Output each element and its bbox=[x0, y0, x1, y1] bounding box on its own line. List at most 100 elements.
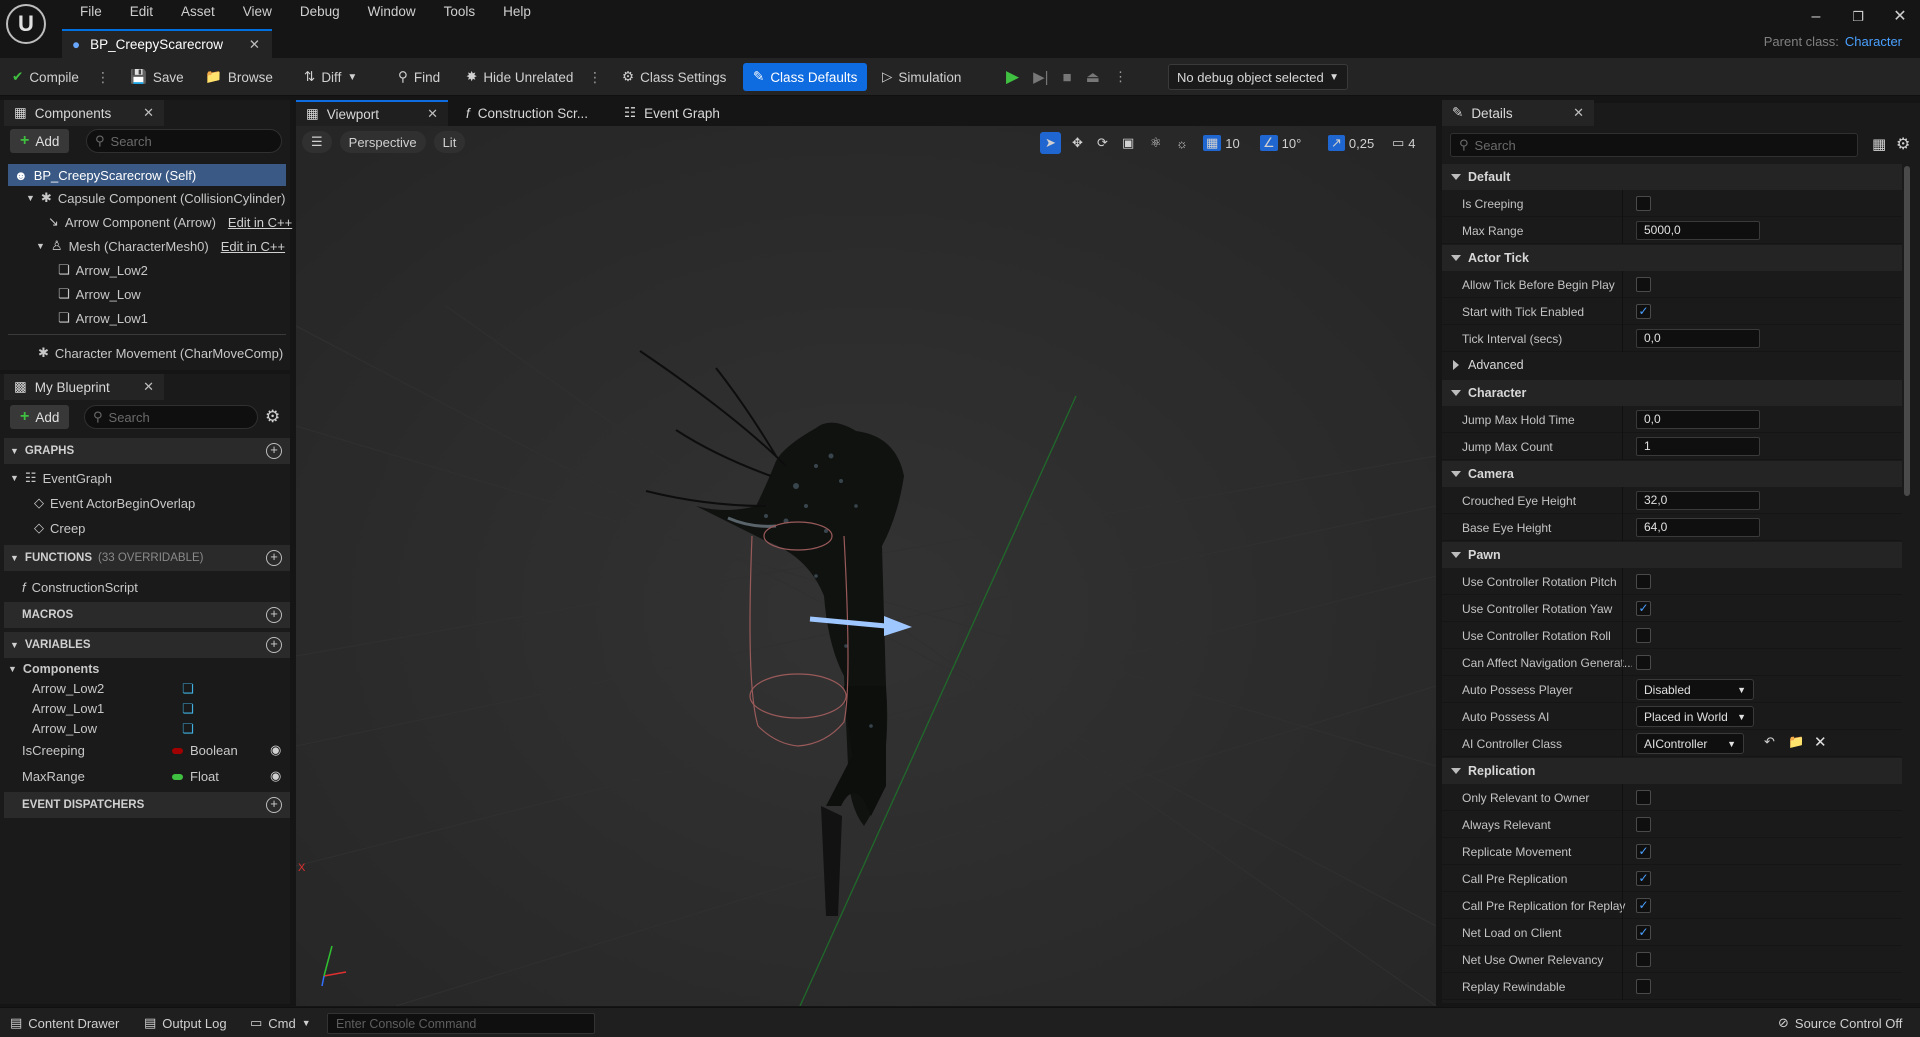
menu-asset[interactable]: Asset bbox=[167, 3, 229, 21]
component-arrow-low2[interactable]: ❏ Arrow_Low2 bbox=[58, 259, 148, 281]
splitter[interactable] bbox=[1622, 676, 1623, 703]
stop-icon[interactable]: ■ bbox=[1063, 69, 1072, 86]
restore-icon[interactable]: ❐ bbox=[1838, 4, 1878, 30]
jump-hold-field[interactable]: 0,0 bbox=[1636, 410, 1760, 429]
viewport-menu-icon[interactable]: ☰ bbox=[302, 131, 332, 153]
call-pre-rep-replay-checkbox[interactable]: ✓ bbox=[1636, 898, 1651, 913]
details-search-input[interactable]: ⚲ Search bbox=[1450, 133, 1858, 157]
splitter[interactable] bbox=[1622, 649, 1623, 676]
component-arrow-low1[interactable]: ❏ Arrow_Low1 bbox=[58, 307, 148, 329]
menu-file[interactable]: File bbox=[66, 3, 116, 21]
var-arrow-low2[interactable]: Arrow_Low2 bbox=[32, 677, 104, 699]
splitter[interactable] bbox=[1622, 811, 1623, 838]
component-arrow-low[interactable]: ❏ Arrow_Low bbox=[58, 283, 141, 305]
event-overlap-item[interactable]: ◇ Event ActorBeginOverlap bbox=[34, 492, 195, 514]
components-add-button[interactable]: + Add bbox=[10, 129, 70, 153]
splitter[interactable] bbox=[1622, 892, 1623, 919]
splitter[interactable] bbox=[1622, 298, 1623, 325]
edit-in-cpp-link[interactable]: Edit in C++ bbox=[228, 215, 292, 230]
section-camera[interactable]: Camera bbox=[1442, 461, 1902, 487]
event-graph-tab[interactable]: ☷ Event Graph bbox=[614, 100, 744, 126]
auto-possess-ai-select[interactable]: Placed in World ▼ bbox=[1636, 706, 1754, 727]
component-mesh[interactable]: ▼ ♙ Mesh (CharacterMesh0) Edit in C++ bbox=[36, 235, 285, 257]
ucr-pitch-checkbox[interactable] bbox=[1636, 574, 1651, 589]
scale-snap-toggle[interactable]: ↗ 0,25 bbox=[1328, 132, 1374, 154]
parent-class-link[interactable]: Character bbox=[1845, 34, 1902, 49]
splitter[interactable] bbox=[1622, 838, 1623, 865]
save-button[interactable]: 💾 Save bbox=[130, 65, 184, 89]
class-settings-button[interactable]: ⚙ Class Settings bbox=[622, 65, 726, 89]
replicate-movement-checkbox[interactable]: ✓ bbox=[1636, 844, 1651, 859]
blueprint-add-button[interactable]: + Add bbox=[10, 405, 70, 429]
splitter[interactable] bbox=[1622, 784, 1623, 811]
event-creep-item[interactable]: ◇ Creep bbox=[34, 517, 85, 539]
expand-icon[interactable]: ▼ bbox=[36, 241, 45, 251]
splitter[interactable] bbox=[1622, 217, 1623, 244]
splitter[interactable] bbox=[1622, 568, 1623, 595]
call-pre-rep-checkbox[interactable]: ✓ bbox=[1636, 871, 1651, 886]
rotate-icon[interactable]: ⟳ bbox=[1097, 132, 1108, 154]
component-char-movement[interactable]: ✱ Character Movement (CharMoveComp) bbox=[38, 342, 283, 364]
always-relevant-checkbox[interactable] bbox=[1636, 817, 1651, 832]
section-replication[interactable]: Replication bbox=[1442, 758, 1902, 784]
can-affect-nav-checkbox[interactable] bbox=[1636, 655, 1651, 670]
ucr-roll-checkbox[interactable] bbox=[1636, 628, 1651, 643]
close-tab-icon[interactable]: ✕ bbox=[249, 37, 260, 53]
unreal-logo-icon[interactable]: U bbox=[6, 4, 46, 44]
surface-snap-icon[interactable]: ⚛ bbox=[1150, 132, 1162, 154]
close-icon[interactable]: ✕ bbox=[1573, 105, 1584, 121]
viewport-tab[interactable]: ▦ Viewport ✕ bbox=[296, 100, 448, 126]
perspective-button[interactable]: Perspective bbox=[339, 131, 426, 153]
window-close-icon[interactable]: ✕ bbox=[1880, 4, 1920, 30]
eye-icon[interactable]: ◉ bbox=[270, 742, 281, 758]
splitter[interactable] bbox=[1622, 973, 1623, 1000]
add-variable-icon[interactable]: + bbox=[266, 637, 282, 653]
macros-section[interactable]: MACROS + bbox=[4, 602, 290, 628]
splitter[interactable] bbox=[1622, 433, 1623, 460]
hide-unrelated-button[interactable]: ✸ Hide Unrelated bbox=[466, 65, 573, 89]
scale-icon[interactable]: ▣ bbox=[1122, 132, 1134, 154]
use-selected-icon[interactable]: ↶ bbox=[1764, 734, 1775, 750]
world-local-icon[interactable]: ☼ bbox=[1176, 132, 1188, 154]
splitter[interactable] bbox=[1622, 703, 1623, 730]
construction-script-item[interactable]: f ConstructionScript bbox=[22, 576, 138, 598]
var-max-range[interactable]: MaxRange bbox=[22, 765, 85, 787]
menu-debug[interactable]: Debug bbox=[286, 3, 354, 21]
section-default[interactable]: Default bbox=[1442, 164, 1902, 190]
cmd-select[interactable]: ▭ Cmd ▼ bbox=[250, 1015, 311, 1031]
hide-options-icon[interactable]: ⋮ bbox=[588, 65, 602, 89]
splitter[interactable] bbox=[1622, 325, 1623, 352]
event-graph-item[interactable]: ▼ ☷ EventGraph bbox=[10, 467, 112, 489]
close-icon[interactable]: ✕ bbox=[143, 105, 154, 121]
jump-count-field[interactable]: 1 bbox=[1636, 437, 1760, 456]
var-max-range-type[interactable]: Float bbox=[172, 769, 219, 784]
gear-icon[interactable]: ⚙ bbox=[1896, 134, 1910, 154]
menu-tools[interactable]: Tools bbox=[430, 3, 490, 21]
splitter[interactable] bbox=[1622, 865, 1623, 892]
output-log-button[interactable]: ▤ Output Log bbox=[144, 1015, 227, 1031]
components-tab[interactable]: ▦ Components ✕ bbox=[4, 100, 164, 126]
ai-controller-select[interactable]: AIController ▼ bbox=[1636, 733, 1744, 754]
net-load-client-checkbox[interactable]: ✓ bbox=[1636, 925, 1651, 940]
table-view-icon[interactable]: ▦ bbox=[1872, 135, 1886, 153]
max-range-field[interactable]: 5000,0 bbox=[1636, 221, 1760, 240]
select-mode-icon[interactable]: ➤ bbox=[1040, 132, 1061, 154]
crouched-eye-field[interactable]: 32,0 bbox=[1636, 491, 1760, 510]
document-tab[interactable]: ● BP_CreepyScarecrow ✕ bbox=[62, 29, 272, 58]
splitter[interactable] bbox=[1622, 487, 1623, 514]
eye-icon[interactable]: ◉ bbox=[270, 768, 281, 784]
add-function-icon[interactable]: + bbox=[266, 550, 282, 566]
add-graph-icon[interactable]: + bbox=[266, 443, 282, 459]
lit-button[interactable]: Lit bbox=[433, 131, 466, 153]
splitter[interactable] bbox=[1622, 622, 1623, 649]
base-eye-field[interactable]: 64,0 bbox=[1636, 518, 1760, 537]
menu-view[interactable]: View bbox=[229, 3, 286, 21]
replay-rewindable-checkbox[interactable] bbox=[1636, 979, 1651, 994]
menu-help[interactable]: Help bbox=[489, 3, 545, 21]
component-capsule[interactable]: ▼ ✱ Capsule Component (CollisionCylinder) bbox=[26, 187, 285, 209]
content-drawer-button[interactable]: ▤ Content Drawer bbox=[10, 1015, 119, 1031]
event-dispatchers-section[interactable]: EVENT DISPATCHERS + bbox=[4, 792, 290, 818]
splitter[interactable] bbox=[1622, 595, 1623, 622]
console-input[interactable]: Enter Console Command bbox=[327, 1013, 595, 1034]
splitter[interactable] bbox=[1622, 919, 1623, 946]
